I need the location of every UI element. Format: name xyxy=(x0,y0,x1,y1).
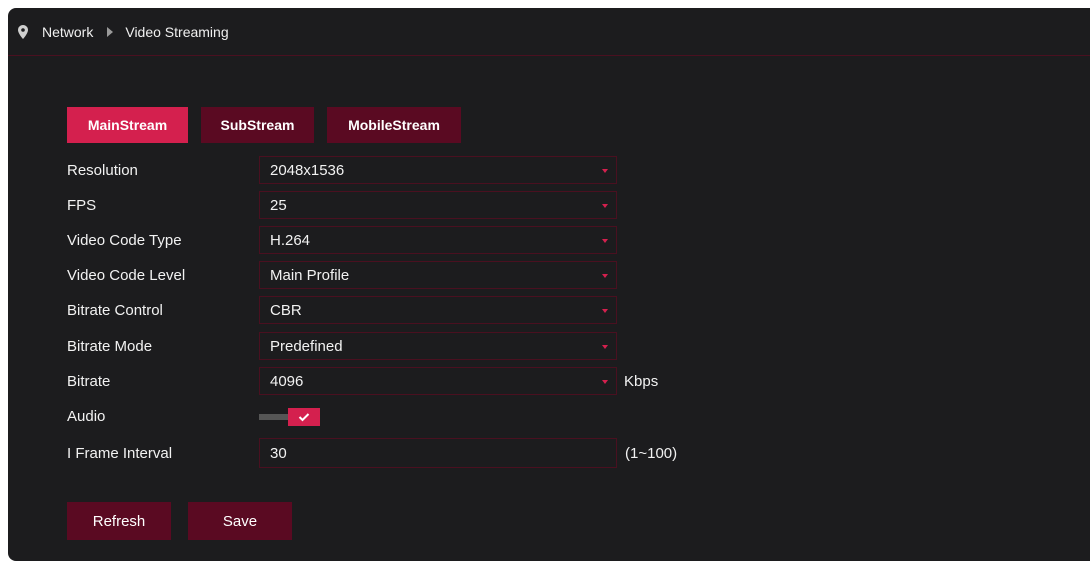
settings-panel: Network Video Streaming MainStream SubSt… xyxy=(8,8,1090,561)
bitrate-control-label: Bitrate Control xyxy=(67,301,163,319)
bitrate-mode-row: Bitrate Mode Predefined xyxy=(67,332,767,360)
triangle-right-icon xyxy=(107,26,114,37)
video-code-type-value: H.264 xyxy=(270,231,311,249)
fps-value: 25 xyxy=(270,196,287,214)
video-code-type-select[interactable]: H.264 xyxy=(259,226,617,254)
bitrate-row: Bitrate 4096 Kbps xyxy=(67,367,767,395)
audio-label: Audio xyxy=(67,407,106,425)
breadcrumb-network[interactable]: Network xyxy=(42,24,93,40)
video-code-level-value: Main Profile xyxy=(270,266,350,284)
caret-down-icon xyxy=(602,169,608,173)
video-code-level-label: Video Code Level xyxy=(67,266,186,284)
refresh-button[interactable]: Refresh xyxy=(67,502,171,540)
resolution-value: 2048x1536 xyxy=(270,161,345,179)
tab-substream[interactable]: SubStream xyxy=(201,107,314,143)
caret-down-icon xyxy=(602,239,608,243)
video-code-level-select[interactable]: Main Profile xyxy=(259,261,617,289)
tab-mobilestream[interactable]: MobileStream xyxy=(327,107,461,143)
i-frame-interval-label: I Frame Interval xyxy=(67,444,173,462)
form-actions: Refresh Save xyxy=(67,502,292,540)
check-icon xyxy=(288,408,320,426)
bitrate-control-select[interactable]: CBR xyxy=(259,296,617,324)
i-frame-interval-range: (1~100) xyxy=(625,444,678,462)
fps-select[interactable]: 25 xyxy=(259,191,617,219)
caret-down-icon xyxy=(602,309,608,313)
caret-down-icon xyxy=(602,204,608,208)
resolution-select[interactable]: 2048x1536 xyxy=(259,156,617,184)
fps-row: FPS 25 xyxy=(67,191,767,219)
bitrate-value: 4096 xyxy=(270,372,304,390)
resolution-row: Resolution 2048x1536 xyxy=(67,156,767,184)
caret-down-icon xyxy=(602,345,608,349)
i-frame-interval-input[interactable] xyxy=(259,438,617,468)
video-code-type-label: Video Code Type xyxy=(67,231,182,249)
bitrate-mode-label: Bitrate Mode xyxy=(67,337,153,355)
breadcrumb: Network Video Streaming xyxy=(8,8,1090,56)
bitrate-control-value: CBR xyxy=(270,301,302,319)
breadcrumb-video-streaming: Video Streaming xyxy=(125,23,229,40)
tab-mainstream[interactable]: MainStream xyxy=(67,107,188,143)
fps-label: FPS xyxy=(67,196,97,214)
bitrate-unit: Kbps xyxy=(624,372,659,390)
bitrate-mode-select[interactable]: Predefined xyxy=(259,332,617,360)
i-frame-interval-row: I Frame Interval (1~100) xyxy=(67,438,767,468)
stream-tabs: MainStream SubStream MobileStream xyxy=(67,107,461,143)
video-code-type-row: Video Code Type H.264 xyxy=(67,226,767,254)
bitrate-control-row: Bitrate Control CBR xyxy=(67,296,767,324)
bitrate-label: Bitrate xyxy=(67,372,111,390)
video-code-level-row: Video Code Level Main Profile xyxy=(67,261,767,289)
bitrate-select[interactable]: 4096 xyxy=(259,367,617,395)
location-pin-icon xyxy=(18,24,28,39)
caret-down-icon xyxy=(602,380,608,384)
save-button[interactable]: Save xyxy=(188,502,292,540)
caret-down-icon xyxy=(602,274,608,278)
bitrate-mode-value: Predefined xyxy=(270,337,343,355)
audio-toggle[interactable] xyxy=(259,408,329,426)
audio-row: Audio xyxy=(67,402,767,430)
resolution-label: Resolution xyxy=(67,161,138,179)
